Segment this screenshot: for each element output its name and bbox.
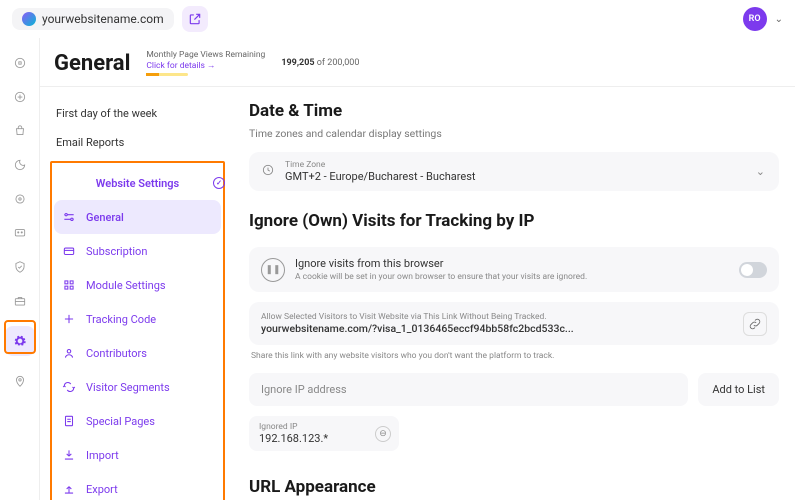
sliders-icon xyxy=(62,210,76,224)
sidebar-item-first-day[interactable]: First day of the week xyxy=(50,99,225,128)
rail-chat-icon[interactable] xyxy=(11,224,29,242)
ignore-browser-card: ❚❚ Ignore visits from this browser A coo… xyxy=(249,247,779,292)
settings-sidebar: First day of the week Email Reports Webs… xyxy=(40,87,235,500)
timezone-select[interactable]: Time Zone GMT+2 - Europe/Bucharest - Buc… xyxy=(249,152,779,191)
sidebar-link-import[interactable]: Import xyxy=(54,438,221,472)
ignore-browser-toggle[interactable] xyxy=(739,262,767,278)
link-url: yourwebsitename.com/?visa_1_0136465eccf9… xyxy=(261,322,767,335)
sidebar-link-contributors[interactable]: Contributors xyxy=(54,336,221,370)
sidebar-link-module-settings[interactable]: Module Settings xyxy=(54,268,221,302)
url-heading: URL Appearance xyxy=(249,477,779,497)
pv-details-link[interactable]: Click for details → xyxy=(146,60,265,71)
sidebar-link-label: Module Settings xyxy=(86,279,166,292)
top-bar: yourwebsitename.com RO ⌄ xyxy=(0,0,795,38)
page-title: General xyxy=(54,51,130,76)
sidebar-link-label: Import xyxy=(86,449,119,462)
clock-icon xyxy=(261,163,275,180)
check-circle-icon: ✓ xyxy=(213,177,225,189)
avatar[interactable]: RO xyxy=(743,7,767,31)
rail-moon-icon[interactable] xyxy=(11,156,29,174)
chevron-down-icon: ⌄ xyxy=(756,165,765,178)
rail-target-icon[interactable] xyxy=(11,190,29,208)
rail-shield-icon[interactable] xyxy=(11,258,29,276)
pv-label: Monthly Page Views Remaining xyxy=(146,50,265,60)
sidebar-link-label: Subscription xyxy=(86,245,147,258)
site-logo-icon xyxy=(22,12,36,26)
tz-value: GMT+2 - Europe/Bucharest - Bucharest xyxy=(285,170,476,183)
ignored-ip-chip: Ignored IP 192.168.123.* ⊖ xyxy=(249,416,399,451)
sidebar-link-label: Export xyxy=(86,483,118,496)
tz-label: Time Zone xyxy=(285,160,476,170)
main-panel: Date & Time Time zones and calendar disp… xyxy=(235,87,795,500)
user-icon xyxy=(62,346,76,360)
sidebar-highlight-box: Website Settings ✓ General Subscription Mo… xyxy=(50,161,225,500)
sidebar-link-label: Visitor Segments xyxy=(86,381,170,394)
datetime-heading: Date & Time xyxy=(249,101,779,121)
site-name: yourwebsitename.com xyxy=(42,12,164,26)
upload-icon xyxy=(62,482,76,496)
ip-chip-value: 192.168.123.* xyxy=(259,432,389,445)
rail-pin-icon[interactable] xyxy=(11,372,29,390)
rail-bag-icon[interactable] xyxy=(11,122,29,140)
page-icon xyxy=(62,414,76,428)
chevron-down-icon[interactable]: ⌄ xyxy=(775,14,783,25)
card-icon xyxy=(62,244,76,258)
ip-chip-label: Ignored IP xyxy=(259,422,389,432)
tracking-link-card: Allow Selected Visitors to Visit Website… xyxy=(249,302,779,345)
ignore-ip-input[interactable]: Ignore IP address xyxy=(249,373,688,406)
add-to-list-button[interactable]: Add to List xyxy=(698,373,779,406)
grid-icon xyxy=(62,278,76,292)
rail-briefcase-icon[interactable] xyxy=(11,292,29,310)
page-header: General Monthly Page Views Remaining Cli… xyxy=(40,38,795,87)
remove-ip-button[interactable]: ⊖ xyxy=(375,426,391,442)
ignore-heading: Ignore (Own) Visits for Tracking by IP xyxy=(249,211,779,231)
site-pill[interactable]: yourwebsitename.com xyxy=(12,8,174,30)
pause-icon: ❚❚ xyxy=(261,258,285,282)
sidebar-link-label: Special Pages xyxy=(86,415,155,428)
rail-add-icon[interactable] xyxy=(11,88,29,106)
sidebar-link-label: Contributors xyxy=(86,347,147,360)
sidebar-link-tracking-code[interactable]: Tracking Code xyxy=(54,302,221,336)
share-note: Share this link with any website visitor… xyxy=(251,351,779,361)
plus-icon xyxy=(62,312,76,326)
sidebar-link-special-pages[interactable]: Special Pages xyxy=(54,404,221,438)
ignore-browser-title: Ignore visits from this browser xyxy=(295,257,587,270)
sidebar-link-label: General xyxy=(86,211,124,224)
sidebar-link-export[interactable]: Export xyxy=(54,472,221,500)
ignore-browser-desc: A cookie will be set in your own browser… xyxy=(295,272,587,282)
datetime-sub: Time zones and calendar display settings xyxy=(249,127,779,140)
nav-rail xyxy=(0,38,40,500)
sidebar-link-subscription[interactable]: Subscription xyxy=(54,234,221,268)
copy-link-button[interactable] xyxy=(743,312,767,336)
sidebar-link-general[interactable]: General xyxy=(54,200,221,234)
pv-progress-bar xyxy=(146,73,188,76)
external-link-button[interactable] xyxy=(182,6,208,32)
sidebar-link-visitor-segments[interactable]: Visitor Segments xyxy=(54,370,221,404)
rail-dashboard-icon[interactable] xyxy=(11,54,29,72)
download-icon xyxy=(62,448,76,462)
sidebar-section-header: Website Settings ✓ xyxy=(54,167,221,200)
pv-count: 199,205 of 200,000 xyxy=(281,58,359,68)
sidebar-item-email-reports[interactable]: Email Reports xyxy=(50,128,225,157)
link-label: Allow Selected Visitors to Visit Website… xyxy=(261,312,767,322)
loop-icon xyxy=(62,380,76,394)
sidebar-link-label: Tracking Code xyxy=(86,313,156,326)
rail-highlight-box xyxy=(4,320,36,354)
